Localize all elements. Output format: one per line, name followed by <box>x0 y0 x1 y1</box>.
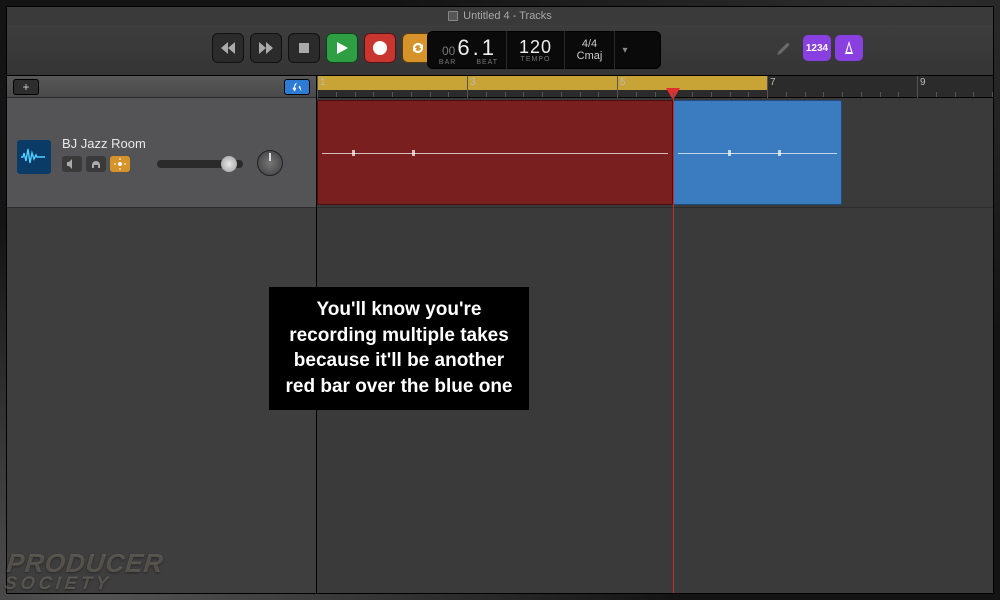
add-track-button[interactable]: + <box>13 79 39 95</box>
forward-button[interactable] <box>250 33 282 63</box>
play-button[interactable] <box>326 33 358 63</box>
audio-region-recording[interactable] <box>317 100 673 205</box>
timeline-ruler[interactable]: 1357911 <box>317 76 993 98</box>
lcd-bar: 6 <box>457 35 470 61</box>
ruler-bar-number: 1 <box>320 77 326 88</box>
ruler-bar-number: 9 <box>920 77 926 88</box>
tuner-icon[interactable] <box>775 37 793 60</box>
lcd-tempo: 120 <box>519 37 552 58</box>
volume-slider[interactable] <box>157 160 243 168</box>
annotation-caption: You'll know you'rerecording multiple tak… <box>269 287 529 410</box>
playhead-line[interactable] <box>673 98 674 593</box>
lcd-bar-label: BAR <box>439 59 456 66</box>
title-bar: Untitled 4 - Tracks <box>7 7 993 25</box>
track-type-icon <box>17 140 51 174</box>
headphone-button[interactable] <box>86 156 106 172</box>
smart-controls-button[interactable] <box>284 79 310 95</box>
lcd-dropdown-icon[interactable]: ▾ <box>615 45 635 56</box>
waveform-icon <box>678 153 837 154</box>
document-icon <box>448 11 458 21</box>
pan-knob[interactable] <box>257 150 283 176</box>
cycle-region[interactable] <box>317 76 767 90</box>
volume-knob[interactable] <box>221 156 237 172</box>
track-name-label[interactable]: BJ Jazz Room <box>62 136 146 151</box>
waveform-icon <box>322 153 668 154</box>
ruler-bar-number: 7 <box>770 77 776 88</box>
count-in-button[interactable]: 1234 <box>803 35 831 61</box>
count-in-label: 1234 <box>806 43 828 54</box>
rewind-button[interactable] <box>212 33 244 63</box>
lcd-timesig: 4/4 <box>582 38 597 50</box>
lcd-tempo-label: TEMPO <box>521 56 551 63</box>
record-button[interactable] <box>364 33 396 63</box>
transport-controls <box>212 33 434 63</box>
mute-button[interactable] <box>62 156 82 172</box>
metronome-button[interactable] <box>835 35 863 61</box>
stop-button[interactable] <box>288 33 320 63</box>
lcd-key: Cmaj <box>577 50 603 62</box>
app-window: Untitled 4 - Tracks 00 6 . 1 BAR BEAT <box>6 6 994 594</box>
lcd-beat: 1 <box>482 35 495 61</box>
ruler-bar-number: 3 <box>470 77 476 88</box>
track-header-toolbar: + <box>7 76 316 98</box>
audio-region-existing[interactable] <box>673 100 842 205</box>
input-monitor-button[interactable] <box>110 156 130 172</box>
window-title: Untitled 4 - Tracks <box>463 10 552 22</box>
lcd-beat-label: BEAT <box>476 59 498 66</box>
lcd-bar-prefix: 00 <box>442 44 455 58</box>
ruler-bar-number: 5 <box>620 77 626 88</box>
track-row[interactable]: BJ Jazz Room <box>7 98 316 208</box>
toolbar: 00 6 . 1 BAR BEAT 120 TEMPO 4/4 Cmaj ▾ <box>7 25 993 75</box>
lcd-display[interactable]: 00 6 . 1 BAR BEAT 120 TEMPO 4/4 Cmaj ▾ <box>427 31 661 69</box>
track-lane[interactable] <box>317 98 993 208</box>
